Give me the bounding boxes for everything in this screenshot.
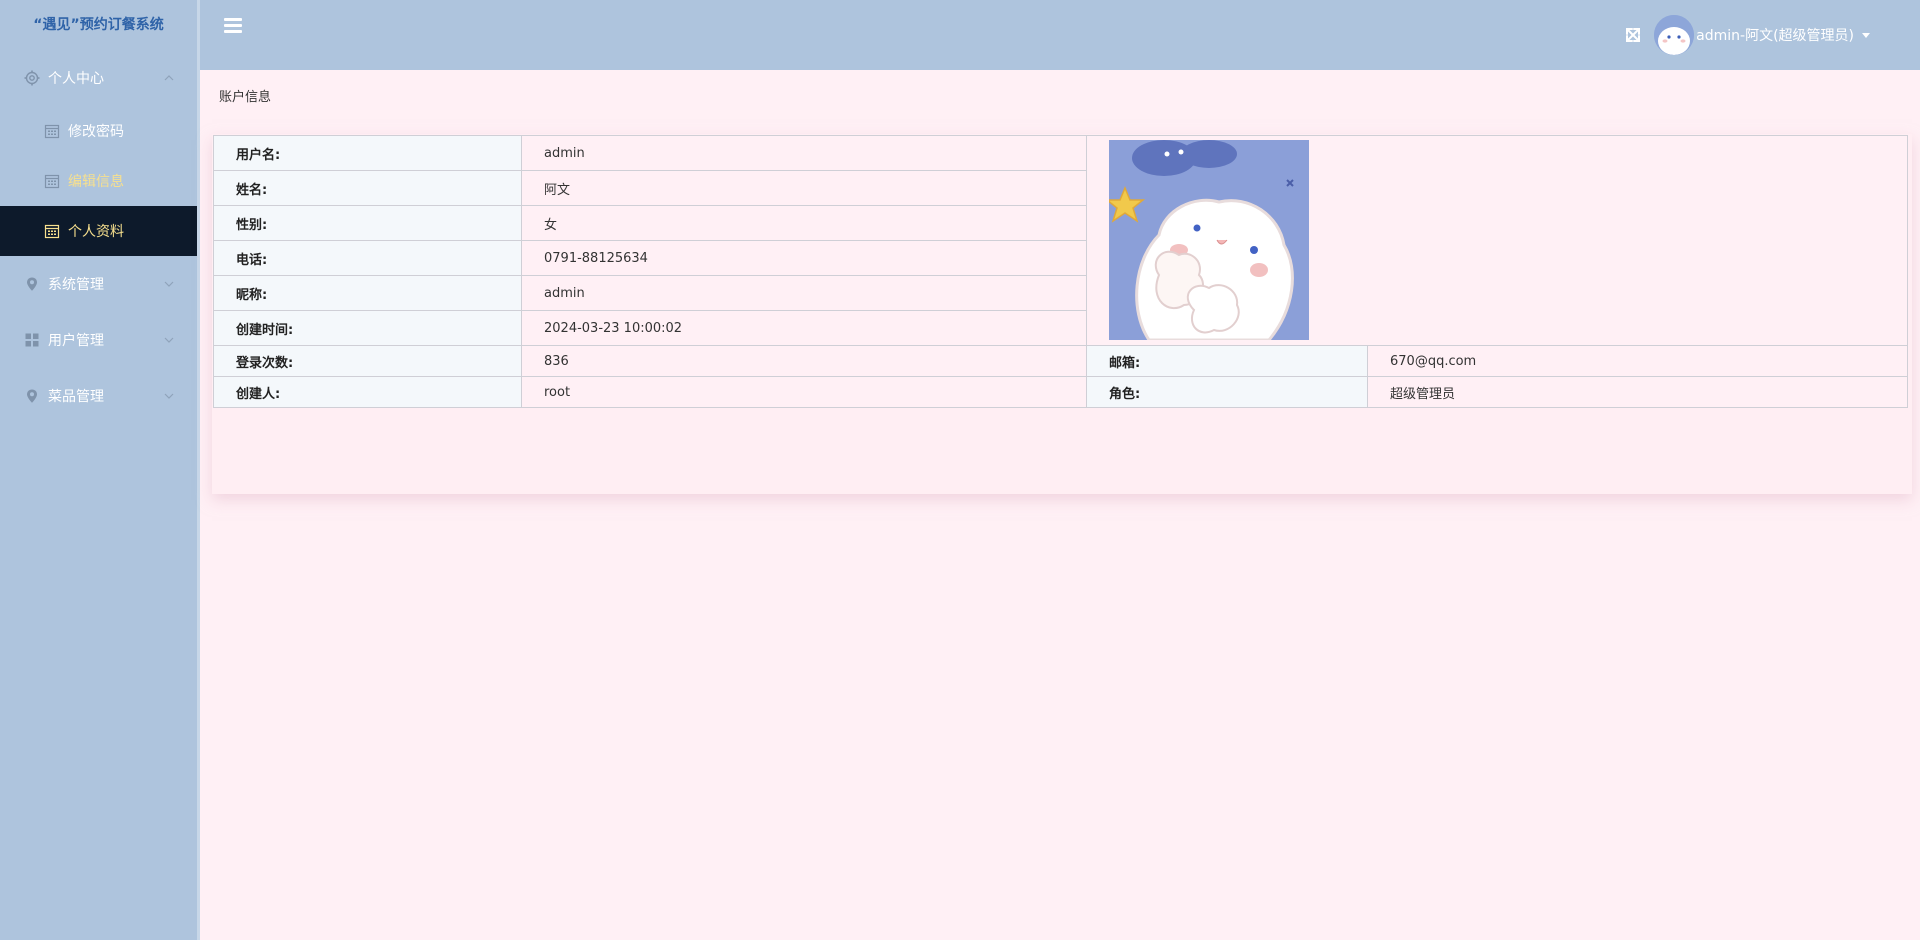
- calendar-icon: [44, 173, 60, 189]
- caret-down-icon[interactable]: [1862, 32, 1870, 38]
- email-label: 邮箱:: [1086, 345, 1368, 377]
- grid-icon: [24, 332, 40, 348]
- table-row: 用户名: admin: [213, 135, 1908, 346]
- table-row: 登录次数: 836 邮箱: 670@qq.com: [213, 345, 1908, 377]
- sidebar-item-label: 菜品管理: [48, 389, 104, 405]
- page-title: 账户信息: [219, 90, 272, 105]
- table-row: 创建人: root 角色: 超级管理员: [213, 376, 1908, 408]
- username-value: admin: [521, 135, 1087, 171]
- brand-title: “遇见”预约订餐系统: [33, 17, 164, 33]
- chevron-down-icon: [164, 337, 174, 343]
- login-count-value: 836: [521, 345, 1087, 377]
- sidebar-subitem-label: 修改密码: [68, 124, 124, 140]
- avatar[interactable]: [1654, 15, 1695, 55]
- sidebar-subitem-edit-info[interactable]: 编辑信息: [0, 156, 197, 206]
- phone-label: 电话:: [213, 240, 522, 276]
- chevron-up-icon: [164, 75, 174, 81]
- name-value: 阿文: [521, 170, 1087, 206]
- creator-label: 创建人:: [213, 376, 522, 408]
- sidebar-subitem-profile[interactable]: 个人资料: [0, 206, 197, 256]
- nickname-label: 昵称:: [213, 275, 522, 311]
- chevron-down-icon: [164, 393, 174, 399]
- gender-label: 性别:: [213, 205, 522, 241]
- username-label: 用户名:: [213, 135, 522, 171]
- location-pin-icon: [24, 276, 40, 292]
- created-time-value: 2024-03-23 10:00:02: [521, 310, 1087, 346]
- sidebar-item-label: 系统管理: [48, 277, 104, 293]
- role-value: 超级管理员: [1367, 376, 1908, 408]
- fullscreen-icon[interactable]: [1624, 26, 1642, 44]
- main-content: 账户信息 用户名: admin 姓名: 阿文 性别: 女 电话: 0791-88…: [200, 70, 1920, 940]
- profile-photo-cell: [1086, 135, 1908, 346]
- nickname-value: admin: [521, 275, 1087, 311]
- sidebar-subitem-label: 编辑信息: [68, 174, 124, 190]
- login-count-label: 登录次数:: [213, 345, 522, 377]
- sidebar-item-label: 用户管理: [48, 333, 104, 349]
- sidebar-item-system-management[interactable]: 系统管理: [0, 256, 197, 312]
- sidebar-item-dish-management[interactable]: 菜品管理: [0, 368, 197, 424]
- name-label: 姓名:: [213, 170, 522, 206]
- account-info-table: 用户名: admin 姓名: 阿文 性别: 女 电话: 0791-8812563…: [213, 135, 1908, 408]
- creator-value: root: [521, 376, 1087, 408]
- created-time-label: 创建时间:: [213, 310, 522, 346]
- sidebar-item-label: 个人中心: [48, 71, 104, 87]
- phone-value: 0791-88125634: [521, 240, 1087, 276]
- gender-value: 女: [521, 205, 1087, 241]
- sidebar-item-user-management[interactable]: 用户管理: [0, 312, 197, 368]
- location-pin-icon: [24, 388, 40, 404]
- calendar-icon: [44, 223, 60, 239]
- hamburger-menu-icon[interactable]: [224, 18, 242, 34]
- email-value: 670@qq.com: [1367, 345, 1908, 377]
- user-name-label[interactable]: admin-阿文(超级管理员): [1696, 25, 1854, 45]
- sidebar: “遇见”预约订餐系统 个人中心 修改密码 编辑信息 个人资料 系统管理 用户管理…: [0, 0, 200, 940]
- role-label: 角色:: [1086, 376, 1368, 408]
- top-header: admin-阿文(超级管理员): [200, 0, 1920, 70]
- profile-photo: [1109, 140, 1309, 340]
- user-area: admin-阿文(超级管理员): [1624, 14, 1870, 56]
- sidebar-subitem-change-password[interactable]: 修改密码: [0, 106, 197, 156]
- chevron-down-icon: [164, 281, 174, 287]
- calendar-icon: [44, 123, 60, 139]
- gear-icon: [24, 70, 40, 86]
- sidebar-item-personal-center[interactable]: 个人中心: [0, 50, 197, 106]
- sidebar-subitem-label: 个人资料: [68, 224, 124, 240]
